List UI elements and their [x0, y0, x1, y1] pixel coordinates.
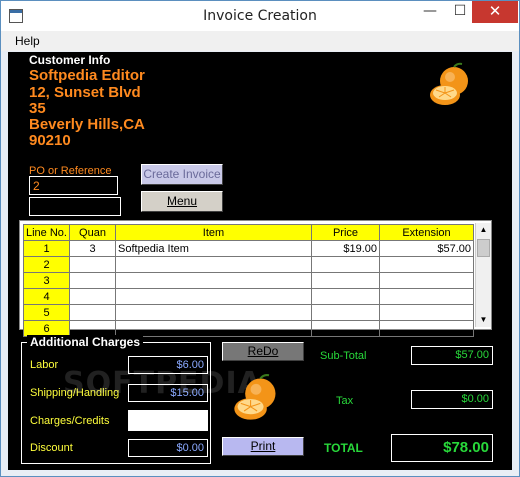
- cell-price[interactable]: [311, 256, 380, 273]
- header-price[interactable]: Price: [311, 224, 380, 241]
- cell-price[interactable]: [311, 304, 380, 321]
- table-row[interactable]: 2: [23, 256, 474, 273]
- cell-quantity[interactable]: 3: [69, 240, 116, 257]
- additional-charges-title: Additional Charges: [27, 335, 144, 349]
- cell-item[interactable]: [115, 256, 312, 273]
- subtotal-field: $57.00: [411, 346, 493, 365]
- header-item[interactable]: Item: [115, 224, 312, 241]
- cell-price[interactable]: [311, 272, 380, 289]
- customer-info-heading: Customer Info: [29, 53, 111, 67]
- cell-extension[interactable]: [379, 256, 474, 273]
- title-bar[interactable]: Invoice Creation — ☐ ✕: [1, 1, 519, 31]
- header-line-no[interactable]: Line No.: [23, 224, 70, 241]
- tax-label: Tax: [336, 395, 354, 407]
- tax-field[interactable]: $0.00: [411, 390, 493, 409]
- cell-quantity[interactable]: [69, 304, 116, 321]
- po-second-field[interactable]: [29, 197, 121, 216]
- cell-extension[interactable]: [379, 320, 474, 337]
- cell-quantity[interactable]: [69, 288, 116, 305]
- header-quantity[interactable]: Quan: [69, 224, 116, 241]
- cell-item[interactable]: [115, 288, 312, 305]
- scroll-down-icon[interactable]: ▼: [476, 313, 491, 327]
- table-row[interactable]: 5: [23, 304, 474, 321]
- table-row[interactable]: 4: [23, 288, 474, 305]
- cell-item[interactable]: [115, 320, 312, 337]
- cell-quantity[interactable]: [69, 256, 116, 273]
- invoice-window: Invoice Creation — ☐ ✕ Help Customer Inf…: [0, 0, 520, 477]
- cell-extension[interactable]: [379, 288, 474, 305]
- line-items-table: Line No. Quan Item Price Extension 1 3 S…: [23, 224, 474, 337]
- cell-extension[interactable]: [379, 304, 474, 321]
- discount-label: Discount: [30, 442, 73, 454]
- orange-fruit-icon: [430, 62, 468, 105]
- create-invoice-button[interactable]: Create Invoice: [141, 164, 223, 185]
- header-extension[interactable]: Extension: [379, 224, 474, 241]
- menu-button-label: Menu: [166, 194, 198, 208]
- cell-extension[interactable]: [379, 272, 474, 289]
- cell-item[interactable]: Softpedia Item: [115, 240, 312, 257]
- labor-label: Labor: [30, 359, 59, 371]
- subtotal-label: Sub-Total: [320, 350, 367, 362]
- cell-line-no[interactable]: 1: [23, 240, 70, 257]
- scroll-up-icon[interactable]: ▲: [476, 223, 491, 237]
- cell-price[interactable]: [311, 288, 380, 305]
- menu-bar: Help: [1, 31, 519, 51]
- cell-extension[interactable]: $57.00: [379, 240, 474, 257]
- customer-address-line2: 35: [29, 100, 46, 117]
- total-field: $78.00: [391, 434, 493, 462]
- scroll-thumb[interactable]: [477, 239, 490, 257]
- po-field[interactable]: 2: [29, 176, 118, 195]
- maximize-button[interactable]: ☐: [445, 1, 475, 23]
- menu-item-help[interactable]: Help: [15, 34, 40, 48]
- line-items-grid: Line No. Quan Item Price Extension 1 3 S…: [19, 220, 492, 337]
- cell-item[interactable]: [115, 272, 312, 289]
- cell-price[interactable]: $19.00: [311, 240, 380, 257]
- cell-quantity[interactable]: [69, 272, 116, 289]
- cell-line-no[interactable]: 4: [23, 288, 70, 305]
- redo-button[interactable]: ReDo: [222, 342, 304, 361]
- cell-price[interactable]: [311, 320, 380, 337]
- invoice-form: Customer Info Softpedia Editor 12, Sunse…: [8, 52, 512, 470]
- cell-line-no[interactable]: 3: [23, 272, 70, 289]
- discount-field[interactable]: $0.00: [128, 439, 208, 457]
- print-button-label: Print: [250, 439, 276, 453]
- cell-line-no[interactable]: 2: [23, 256, 70, 273]
- customer-name: Softpedia Editor: [29, 67, 145, 84]
- cell-line-no[interactable]: 5: [23, 304, 70, 321]
- customer-zip: 90210: [29, 132, 71, 149]
- minimize-button[interactable]: —: [415, 1, 445, 23]
- customer-city-state: Beverly Hills,CA: [29, 116, 145, 133]
- grid-vertical-scrollbar[interactable]: ▲ ▼: [475, 223, 491, 327]
- print-button[interactable]: Print: [222, 437, 304, 456]
- total-label: TOTAL: [324, 441, 363, 455]
- orange-fruit-icon: [234, 373, 276, 420]
- table-row[interactable]: 3: [23, 272, 474, 289]
- charges-credits-field[interactable]: [128, 410, 208, 431]
- close-button[interactable]: ✕: [472, 1, 518, 23]
- redo-button-label: ReDo: [247, 344, 279, 358]
- customer-address: 12, Sunset Blvd: [29, 84, 141, 101]
- menu-button[interactable]: Menu: [141, 191, 223, 212]
- additional-charges-group: Additional Charges Labor $6.00 Shipping/…: [21, 335, 211, 464]
- grid-header-row: Line No. Quan Item Price Extension: [23, 224, 474, 241]
- table-row[interactable]: 1 3 Softpedia Item $19.00 $57.00: [23, 240, 474, 257]
- charges-credits-label: Charges/Credits: [30, 415, 110, 427]
- cell-item[interactable]: [115, 304, 312, 321]
